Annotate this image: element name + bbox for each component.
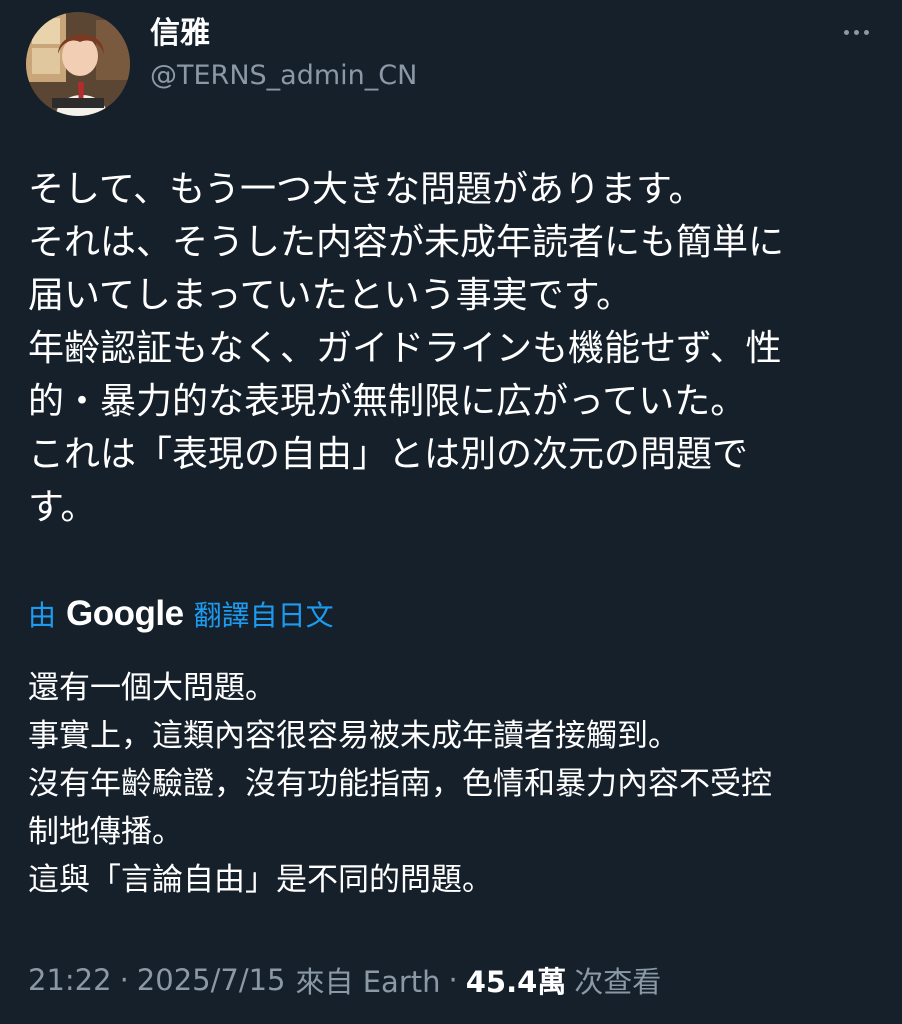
more-options-button[interactable] [836, 18, 876, 46]
views-label: 次查看 [574, 965, 662, 999]
translated-text: 還有一個大問題。 事實上，這類內容很容易被未成年讀者接觸到。 沒有年齡驗證，沒有… [28, 670, 772, 898]
translated-from-link[interactable]: 翻譯自日文 [194, 594, 334, 634]
avatar-image [26, 12, 130, 116]
tweet-text: そして、もう一つ大きな問題があります。 それは、そうした内容が未成年読者にも簡単… [28, 169, 785, 528]
tweet-meta: 21:22 · 2025/7/15 來自 Earth · 45.4萬 次查看 [28, 956, 661, 1004]
tweet-header: 信雅 @TERNS_admin_CN [26, 12, 876, 116]
google-logo: Google [66, 594, 184, 633]
tweet-detail: 信雅 @TERNS_admin_CN そして、もう一つ大きな問題があります。 そ… [0, 0, 902, 1024]
post-source: 來自 Earth [295, 965, 441, 999]
post-date[interactable]: 2025/7/15 [137, 963, 286, 997]
views-count[interactable]: 45.4萬 [466, 959, 567, 1001]
translation-prefix: 由 [28, 599, 57, 632]
user-handle[interactable]: @TERNS_admin_CN [150, 58, 417, 94]
translation-attribution: 由 Google 翻譯自日文 [28, 590, 334, 638]
display-name[interactable]: 信雅 [150, 14, 210, 54]
more-horizontal-icon [843, 29, 849, 35]
post-time[interactable]: 21:22 [28, 963, 112, 997]
more-horizontal-icon [853, 29, 859, 35]
avatar[interactable] [26, 12, 130, 116]
separator: · [448, 963, 458, 997]
more-horizontal-icon [863, 29, 869, 35]
separator: · [119, 963, 129, 997]
